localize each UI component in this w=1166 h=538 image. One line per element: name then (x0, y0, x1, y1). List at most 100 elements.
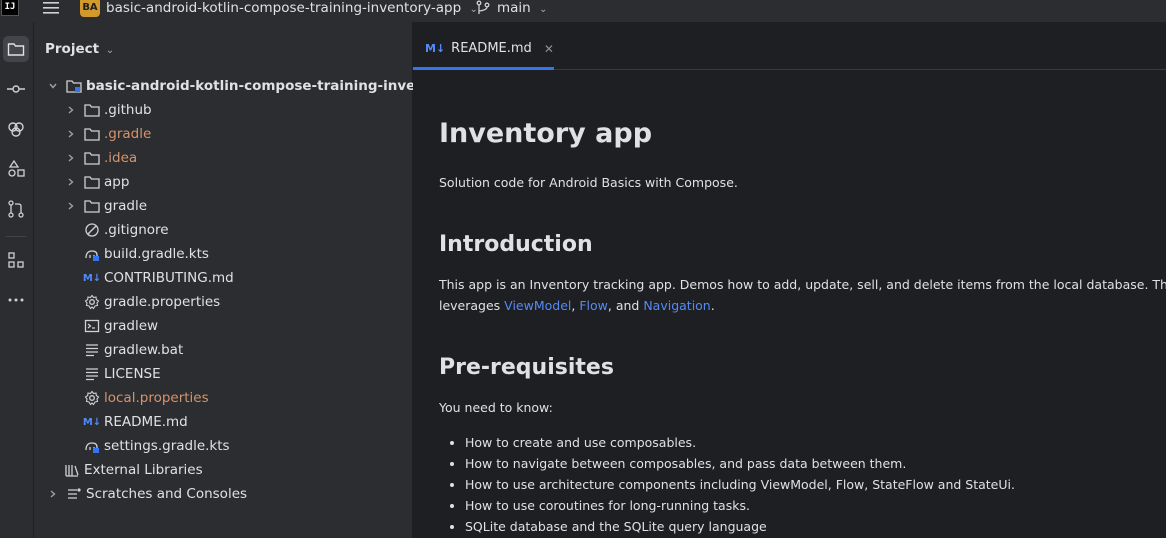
branch-name: main (497, 0, 531, 16)
tree-item-label: gradlew (104, 318, 159, 334)
list-item: How to use coroutines for long-running t… (465, 495, 1015, 516)
folder-icon (84, 198, 100, 214)
chevron-right-icon[interactable] (46, 489, 60, 499)
pull-request-icon (8, 200, 24, 218)
structure-tool-button[interactable] (3, 247, 29, 273)
properties-file-icon (84, 294, 100, 310)
separator: , and (607, 298, 644, 313)
shell-script-icon (84, 318, 100, 334)
text-file-icon (84, 342, 100, 358)
properties-file-icon (84, 390, 100, 406)
chevron-down-icon: ⌄ (539, 4, 548, 15)
pull-requests-button[interactable] (3, 196, 29, 222)
tree-item[interactable]: build.gradle.kts (64, 242, 209, 266)
project-badge[interactable]: BA (80, 0, 100, 17)
structure-icon (8, 252, 24, 268)
branch-icon (476, 0, 490, 14)
gradle-file-icon (84, 246, 100, 262)
tree-item-label: local.properties (104, 390, 209, 406)
tab-label: README.md (451, 41, 532, 56)
tree-item[interactable]: gradle (64, 194, 147, 218)
gemini-tool-button[interactable] (3, 116, 29, 142)
list-item: How to use architecture components inclu… (465, 474, 1015, 495)
tree-item-label: README.md (104, 414, 188, 430)
tree-item-label: gradle (104, 198, 148, 214)
branch-switcher[interactable]: main ⌄ (497, 0, 547, 16)
tree-item[interactable]: M↓ README.md (64, 410, 188, 434)
list-item: How to create and use composables. (465, 432, 1015, 453)
tree-item[interactable]: .idea (64, 146, 137, 170)
ignore-file-icon (84, 222, 100, 238)
tree-item-label: app (104, 174, 130, 190)
tree-item-scratches[interactable]: Scratches and Consoles (46, 482, 247, 506)
chevron-right-icon[interactable] (64, 153, 78, 163)
prereq-text: You need to know: (439, 400, 553, 415)
tree-item[interactable]: gradlew (64, 314, 158, 338)
folder-icon (84, 102, 100, 118)
library-icon (64, 462, 80, 478)
app-logo[interactable]: IJ (1, 0, 19, 16)
tab-readme[interactable]: M↓ README.md ✕ (413, 28, 554, 70)
navigation-link[interactable]: Navigation (643, 298, 710, 313)
chevron-down-icon: ⌄ (105, 45, 115, 56)
chevron-down-icon[interactable] (46, 81, 60, 91)
tree-item[interactable]: LICENSE (64, 362, 161, 386)
commit-icon (7, 85, 25, 93)
tree-item-label: gradle.properties (104, 294, 221, 310)
tree-item-external-libraries[interactable]: External Libraries (64, 458, 203, 482)
more-icon (8, 298, 24, 302)
doc-title: Inventory app (439, 118, 653, 149)
tree-item[interactable]: .gitignore (64, 218, 169, 242)
shapes-icon (8, 160, 25, 177)
tree-item[interactable]: .gradle (64, 122, 151, 146)
tree-item-label: settings.gradle.kts (104, 438, 230, 454)
tree-item[interactable]: gradle.properties (64, 290, 220, 314)
intro-heading: Introduction (439, 232, 593, 257)
markdown-icon: M↓ (425, 42, 446, 55)
markdown-file-icon: M↓ (82, 272, 102, 284)
resource-manager-button[interactable] (3, 156, 29, 182)
markdown-file-icon: M↓ (82, 416, 102, 428)
chevron-right-icon[interactable] (64, 201, 78, 211)
panel-title: Project (45, 41, 100, 57)
tool-window-strip (0, 22, 34, 538)
project-view-selector[interactable]: Project ⌄ (45, 41, 114, 57)
tree-item-label: build.gradle.kts (104, 246, 209, 262)
module-folder-icon (66, 78, 82, 94)
flow-link[interactable]: Flow (579, 298, 608, 313)
main-menu-icon[interactable] (42, 0, 60, 14)
project-tool-button[interactable] (3, 36, 29, 62)
project-switcher[interactable]: basic-android-kotlin-compose-training-in… (106, 0, 478, 16)
scratches-icon (66, 486, 82, 502)
tree-item-label: LICENSE (104, 366, 161, 382)
folder-icon (7, 43, 25, 56)
chevron-right-icon[interactable] (64, 129, 78, 139)
folder-icon (84, 150, 100, 166)
tree-item[interactable]: app (64, 170, 129, 194)
tree-item[interactable]: settings.gradle.kts (64, 434, 230, 458)
tree-item[interactable]: gradlew.bat (64, 338, 183, 362)
intro-text-continued: leverages ViewModel, Flow, and Navigatio… (439, 298, 715, 313)
more-tools-button[interactable] (3, 287, 29, 313)
leverages-text: leverages (439, 298, 505, 313)
chevron-right-icon[interactable] (64, 105, 78, 115)
period: . (710, 298, 715, 313)
viewmodel-link[interactable]: ViewModel (504, 298, 571, 313)
close-icon[interactable]: ✕ (544, 42, 554, 56)
chevron-right-icon[interactable] (64, 177, 78, 187)
intro-text: This app is an Inventory tracking app. D… (439, 277, 1166, 292)
prereq-list: How to create and use composables. How t… (439, 432, 1015, 537)
markdown-preview: Inventory app Solution code for Android … (413, 70, 1166, 538)
editor-tab-bar: M↓ README.md ✕ (413, 28, 1166, 70)
tree-item[interactable]: .github (64, 98, 152, 122)
commit-tool-button[interactable] (3, 76, 29, 102)
tree-item[interactable]: local.properties (64, 386, 209, 410)
folder-icon (84, 126, 100, 142)
tree-item-label: gradlew.bat (104, 342, 184, 358)
tree-item-label: .idea (104, 150, 138, 166)
folder-icon (84, 174, 100, 190)
tree-item[interactable]: M↓ CONTRIBUTING.md (64, 266, 234, 290)
doc-subtitle: Solution code for Android Basics with Co… (439, 175, 738, 190)
ai-assistant-icon (8, 122, 24, 137)
title-bar: IJ BA basic-android-kotlin-compose-train… (0, 0, 1166, 22)
